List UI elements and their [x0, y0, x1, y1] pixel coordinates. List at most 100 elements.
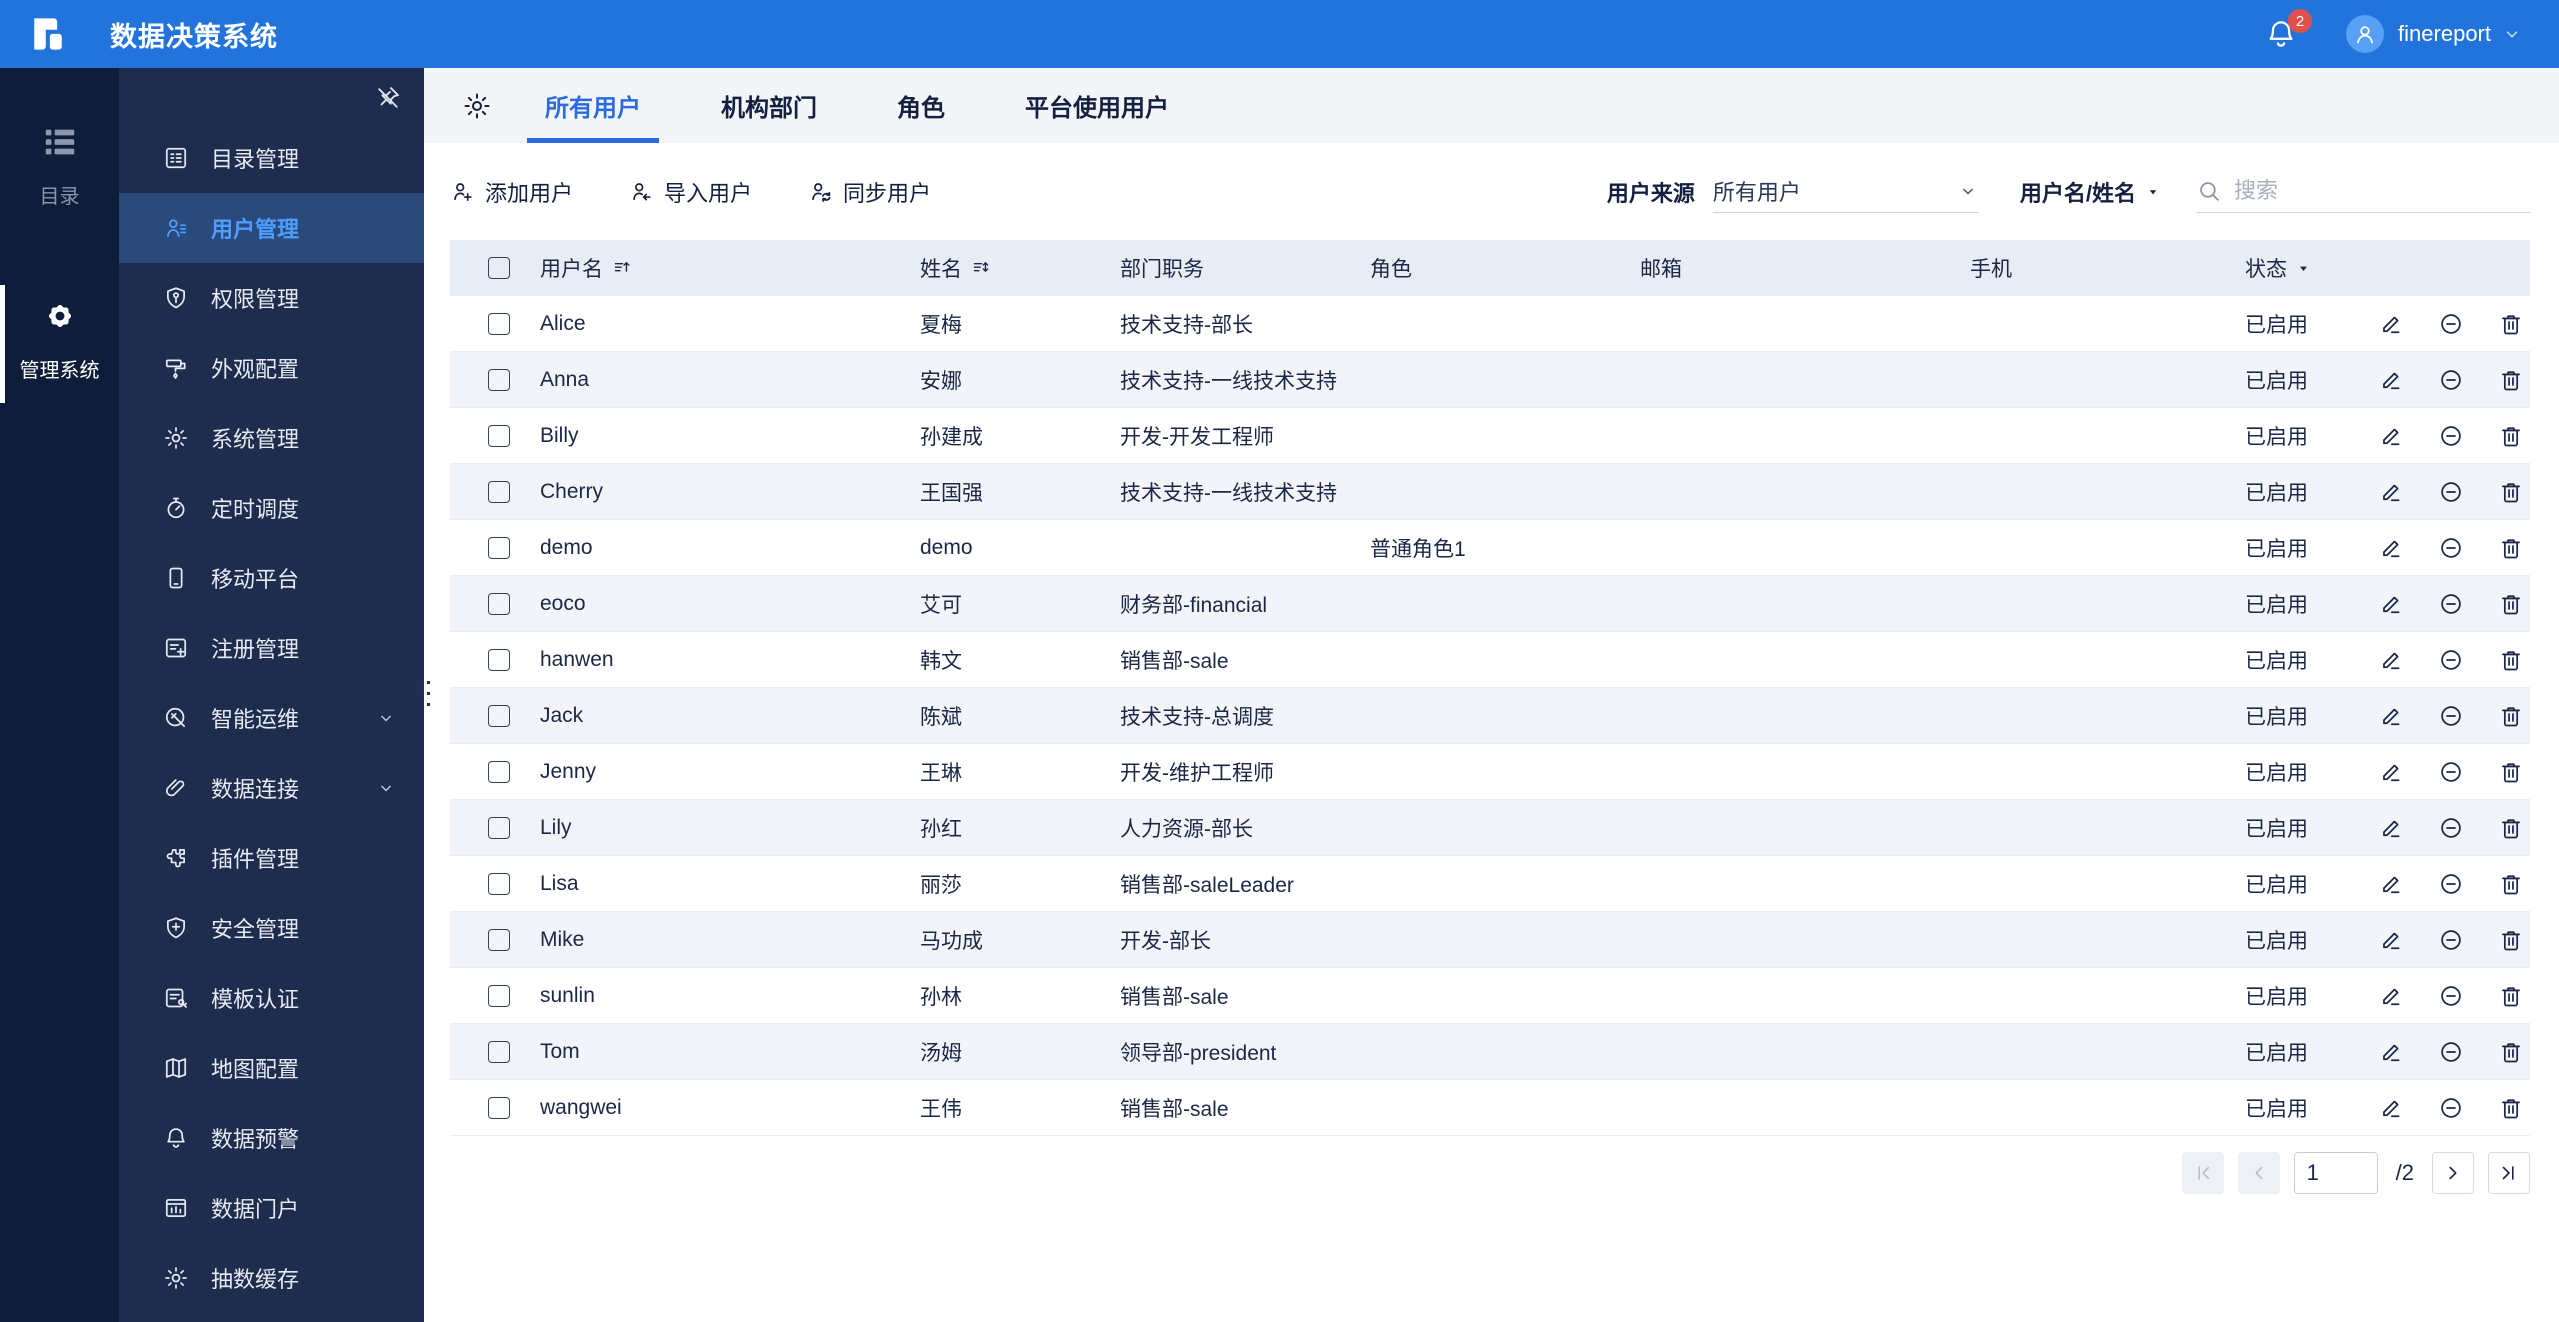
sidebar-item-map-config[interactable]: 地图配置	[119, 1033, 424, 1103]
row-checkbox[interactable]	[488, 592, 510, 615]
sidebar-item-permission-management[interactable]: 权限管理	[119, 263, 424, 333]
delete-row-button[interactable]	[2498, 479, 2524, 505]
disable-row-button[interactable]	[2438, 1095, 2464, 1121]
sidebar-item-registration-management[interactable]: 注册管理	[119, 613, 424, 683]
row-checkbox[interactable]	[488, 760, 510, 783]
disable-row-button[interactable]	[2438, 759, 2464, 785]
sync-user-button[interactable]: 同步用户	[808, 176, 931, 208]
edit-row-button[interactable]	[2378, 311, 2404, 337]
next-page-button[interactable]	[2432, 1152, 2474, 1194]
column-header-status[interactable]: 状态	[2221, 253, 2351, 283]
column-header-username[interactable]: 用户名	[516, 253, 896, 283]
row-checkbox[interactable]	[488, 816, 510, 839]
edit-row-button[interactable]	[2378, 815, 2404, 841]
sidebar-item-security-management[interactable]: 安全管理	[119, 893, 424, 963]
delete-row-button[interactable]	[2498, 759, 2524, 785]
row-checkbox[interactable]	[488, 704, 510, 727]
rail-item-directory[interactable]: 目录	[0, 123, 119, 209]
tab-roles[interactable]: 角色	[879, 68, 963, 143]
column-header-name[interactable]: 姓名	[896, 253, 1096, 283]
sidebar-item-timed-schedule[interactable]: 定时调度	[119, 473, 424, 543]
sidebar-item-system-management[interactable]: 系统管理	[119, 403, 424, 473]
row-checkbox[interactable]	[488, 424, 510, 447]
user-source-select[interactable]: 所有用户	[1712, 171, 1978, 213]
edit-row-button[interactable]	[2378, 703, 2404, 729]
row-checkbox[interactable]	[488, 312, 510, 335]
disable-row-button[interactable]	[2438, 927, 2464, 953]
edit-row-button[interactable]	[2378, 367, 2404, 393]
sidebar-item-intelligent-ops[interactable]: 智能运维	[119, 683, 424, 753]
delete-row-button[interactable]	[2498, 591, 2524, 617]
disable-row-button[interactable]	[2438, 479, 2464, 505]
select-all-checkbox[interactable]	[488, 257, 510, 279]
edit-row-button[interactable]	[2378, 591, 2404, 617]
add-user-button[interactable]: 添加用户	[450, 176, 573, 208]
delete-row-button[interactable]	[2498, 815, 2524, 841]
tab-org-departments[interactable]: 机构部门	[703, 68, 835, 143]
disable-row-button[interactable]	[2438, 367, 2464, 393]
user-menu[interactable]: finereport	[2346, 15, 2523, 53]
delete-row-button[interactable]	[2498, 703, 2524, 729]
delete-row-button[interactable]	[2498, 647, 2524, 673]
filter-caret-icon[interactable]	[2296, 261, 2311, 276]
edit-row-button[interactable]	[2378, 1095, 2404, 1121]
disable-row-button[interactable]	[2438, 871, 2464, 897]
tab-all-users[interactable]: 所有用户	[527, 68, 659, 143]
edit-row-button[interactable]	[2378, 423, 2404, 449]
delete-row-button[interactable]	[2498, 1095, 2524, 1121]
sort-asc-icon[interactable]	[612, 258, 633, 279]
prev-page-button[interactable]	[2237, 1152, 2280, 1194]
notifications-button[interactable]: 2	[2264, 9, 2313, 51]
sidebar-item-plugin-management[interactable]: 插件管理	[119, 823, 424, 893]
page-number-input[interactable]	[2293, 1152, 2378, 1194]
edit-row-button[interactable]	[2378, 647, 2404, 673]
edit-row-button[interactable]	[2378, 1039, 2404, 1065]
tab-settings-gear-icon[interactable]	[462, 91, 492, 121]
last-page-button[interactable]	[2488, 1152, 2530, 1194]
row-checkbox[interactable]	[488, 1040, 510, 1063]
sidebar-item-user-management[interactable]: 用户管理	[119, 193, 424, 263]
disable-row-button[interactable]	[2438, 983, 2464, 1009]
delete-row-button[interactable]	[2498, 871, 2524, 897]
sidebar-item-mobile-platform[interactable]: 移动平台	[119, 543, 424, 613]
row-checkbox[interactable]	[488, 872, 510, 895]
edit-row-button[interactable]	[2378, 983, 2404, 1009]
first-page-button[interactable]	[2181, 1152, 2224, 1194]
disable-row-button[interactable]	[2438, 703, 2464, 729]
sidebar-item-template-auth[interactable]: 模板认证	[119, 963, 424, 1033]
delete-row-button[interactable]	[2498, 927, 2524, 953]
sidebar-item-data-connection[interactable]: 数据连接	[119, 753, 424, 823]
delete-row-button[interactable]	[2498, 983, 2524, 1009]
edit-row-button[interactable]	[2378, 759, 2404, 785]
row-checkbox[interactable]	[488, 480, 510, 503]
row-checkbox[interactable]	[488, 368, 510, 391]
disable-row-button[interactable]	[2438, 815, 2464, 841]
search-field-selector[interactable]: 用户名/姓名	[2020, 176, 2160, 208]
delete-row-button[interactable]	[2498, 535, 2524, 561]
row-checkbox[interactable]	[488, 984, 510, 1007]
import-user-button[interactable]: 导入用户	[629, 176, 752, 208]
row-checkbox[interactable]	[488, 1096, 510, 1119]
unpin-icon[interactable]	[374, 84, 402, 112]
disable-row-button[interactable]	[2438, 423, 2464, 449]
tab-platform-users[interactable]: 平台使用用户	[1007, 68, 1187, 143]
row-checkbox[interactable]	[488, 648, 510, 671]
delete-row-button[interactable]	[2498, 423, 2524, 449]
delete-row-button[interactable]	[2498, 1039, 2524, 1065]
delete-row-button[interactable]	[2498, 367, 2524, 393]
sidebar-item-data-portal[interactable]: 数据门户	[119, 1173, 424, 1243]
edit-row-button[interactable]	[2378, 871, 2404, 897]
disable-row-button[interactable]	[2438, 647, 2464, 673]
search-input[interactable]	[2234, 178, 2530, 204]
rail-item-admin-system[interactable]: 管理系统	[0, 285, 119, 403]
disable-row-button[interactable]	[2438, 535, 2464, 561]
sidebar-item-data-cache[interactable]: 抽数缓存	[119, 1243, 424, 1313]
sidebar-item-appearance-config[interactable]: 外观配置	[119, 333, 424, 403]
edit-row-button[interactable]	[2378, 479, 2404, 505]
sidebar-item-catalog-management[interactable]: 目录管理	[119, 123, 424, 193]
sidebar-item-data-alert[interactable]: 数据预警	[119, 1103, 424, 1173]
disable-row-button[interactable]	[2438, 1039, 2464, 1065]
disable-row-button[interactable]	[2438, 591, 2464, 617]
edit-row-button[interactable]	[2378, 535, 2404, 561]
disable-row-button[interactable]	[2438, 311, 2464, 337]
